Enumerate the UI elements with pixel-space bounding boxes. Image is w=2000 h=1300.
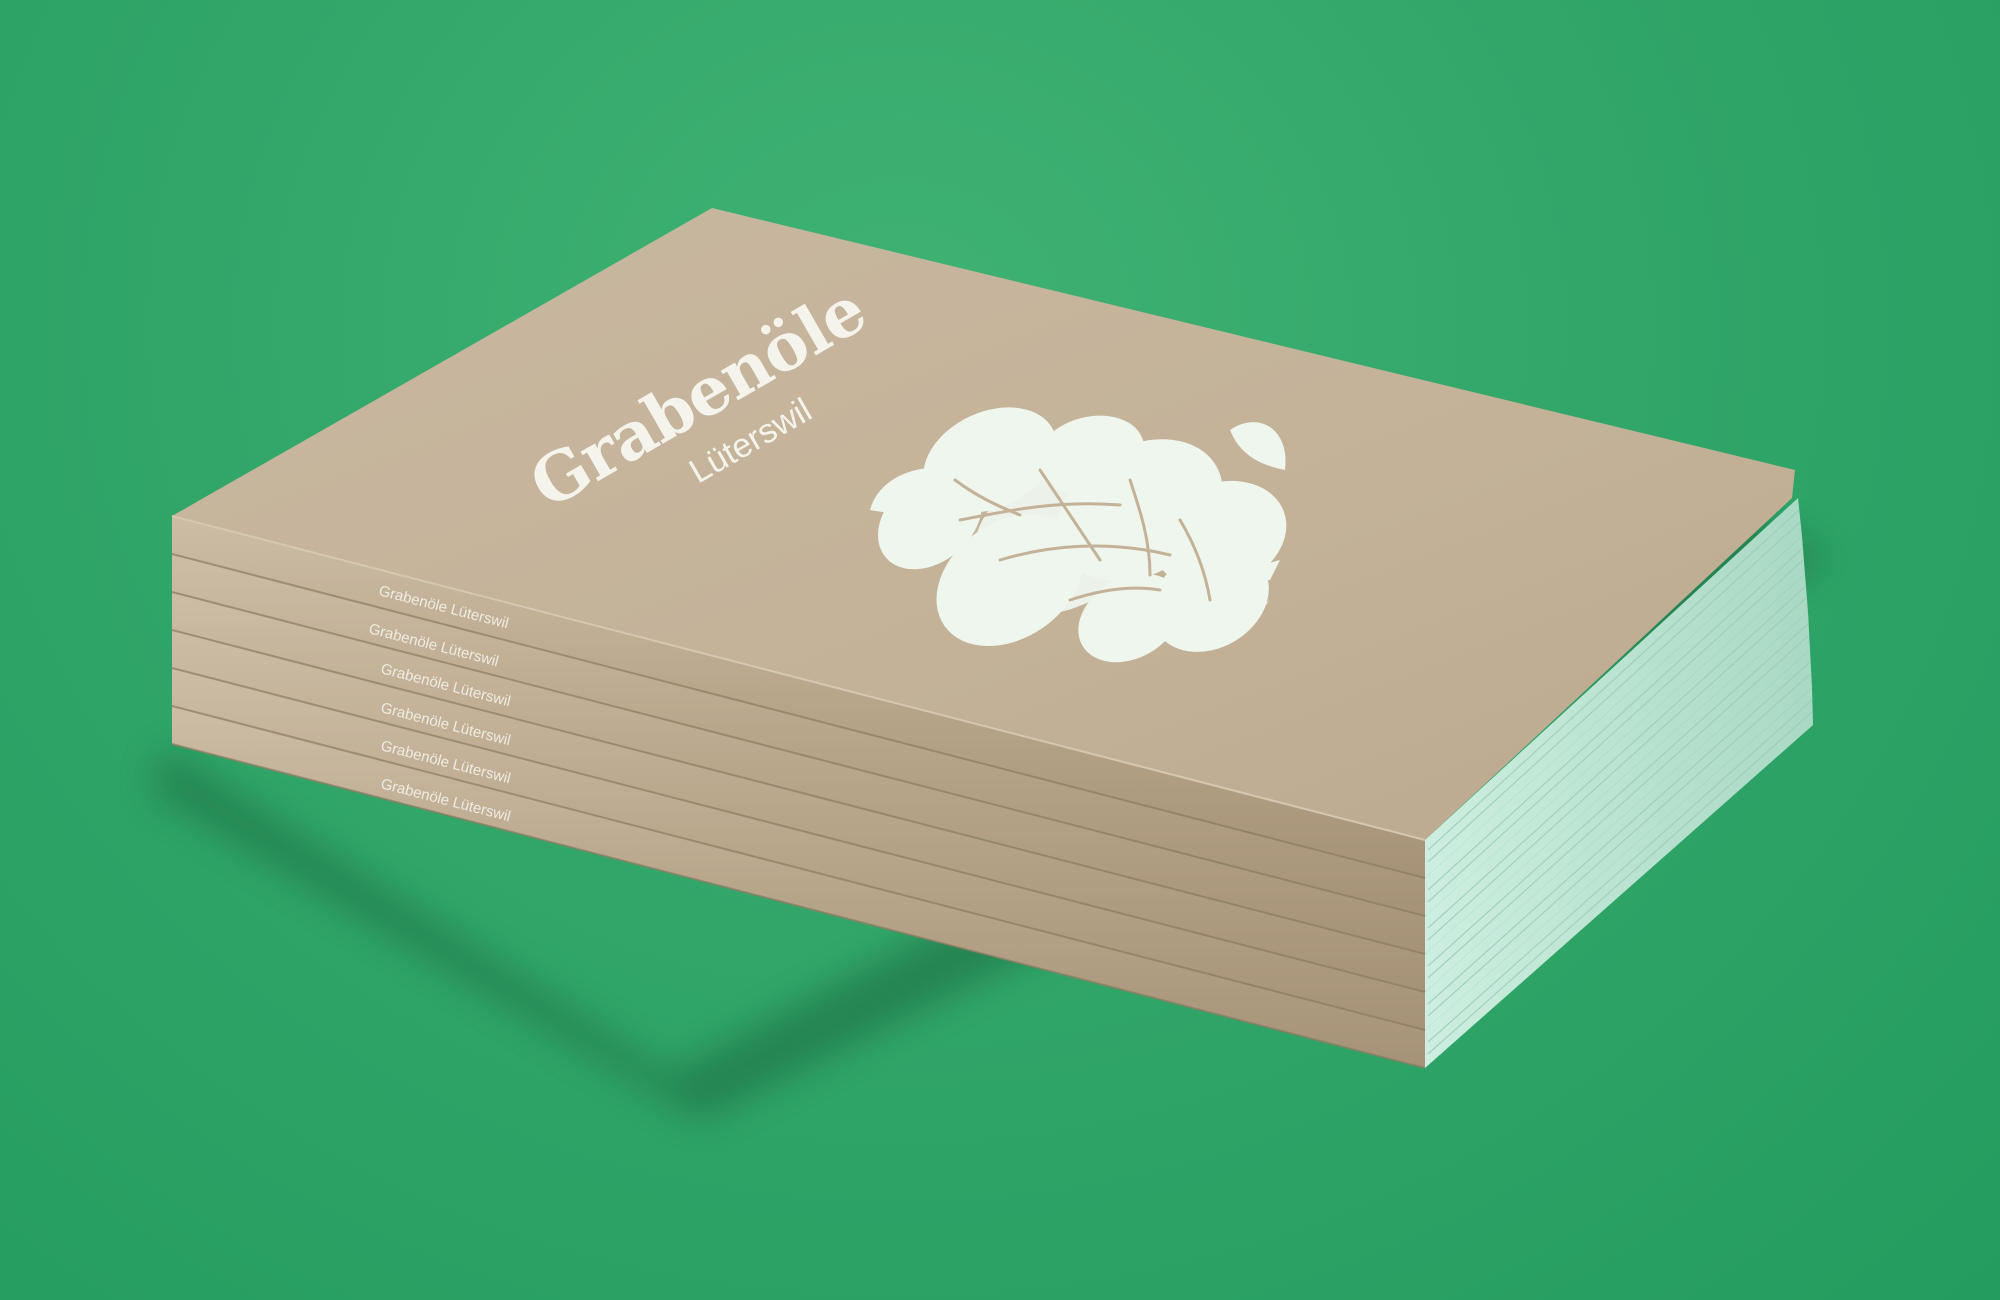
book-stack-photo: Grabenöle Lüterswil Grabenöle Lüterswil … bbox=[150, 208, 1830, 1120]
